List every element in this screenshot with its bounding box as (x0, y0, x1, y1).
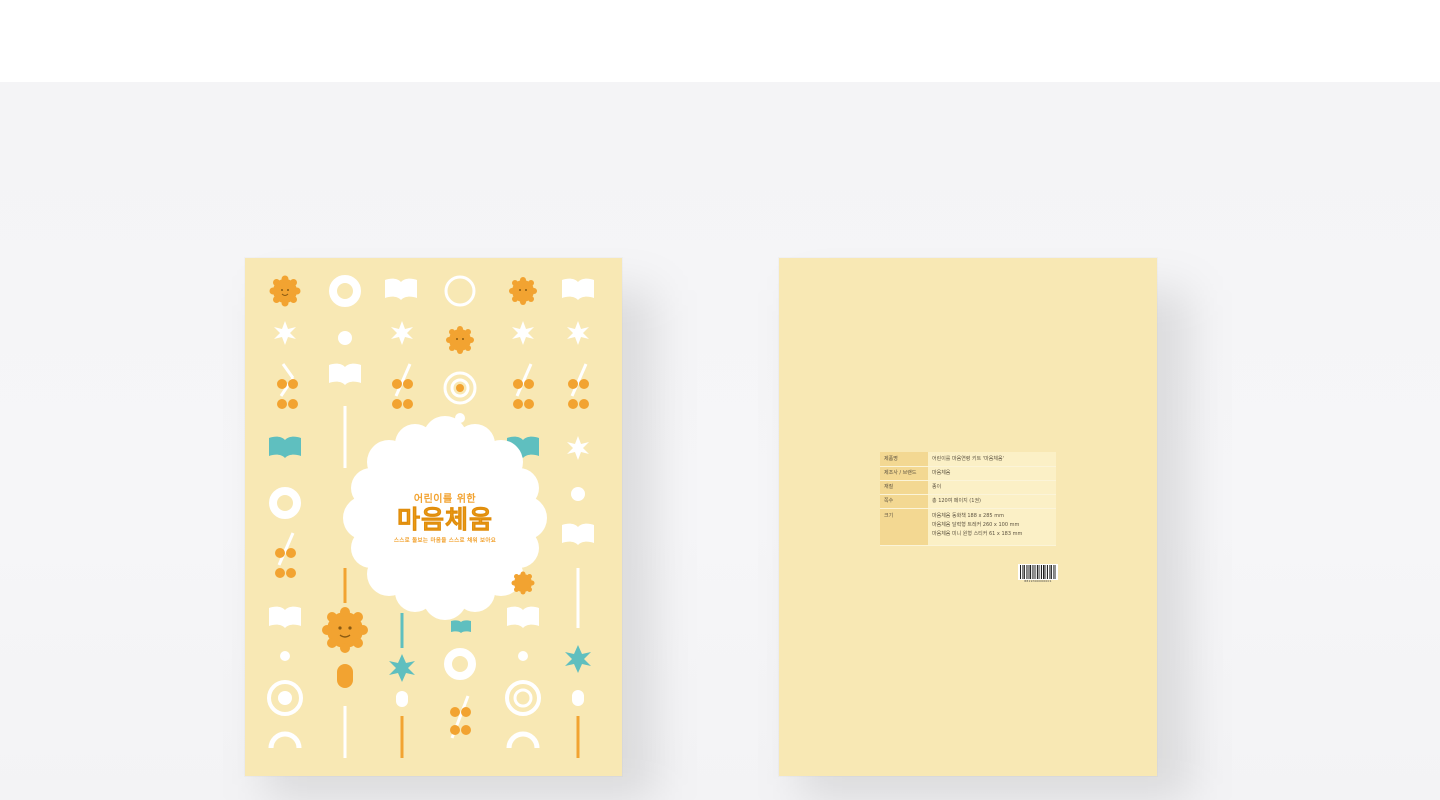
dot-icon (280, 651, 290, 661)
teal-star-icon (565, 645, 591, 673)
arch-icon (268, 731, 302, 749)
capsule-icon (572, 690, 584, 706)
percent-flower-icon (277, 363, 298, 409)
table-row: 재질 종이 (880, 480, 1056, 495)
ring-icon (444, 648, 476, 680)
spec-value: 마음체움 (928, 466, 1056, 481)
percent-flower-icon (568, 363, 589, 409)
percent-flower-icon (450, 695, 471, 739)
percent-flower-icon (392, 363, 413, 409)
percent-flower-icon (275, 532, 296, 578)
spec-value: 총 120여 페이지 (1권) (928, 494, 1056, 509)
table-row: 제품명 어린이를 마음연령 키트 '마음체움' (880, 452, 1056, 467)
target-icon (505, 680, 541, 716)
spec-key: 제품명 (880, 452, 928, 467)
capsule-icon (396, 691, 408, 707)
percent-flower-icon (513, 363, 534, 409)
sun-face-icon (511, 571, 535, 595)
sun-face-icon (509, 277, 537, 305)
spec-key: 크기 (880, 508, 928, 546)
dot-icon (518, 651, 528, 661)
book-icon (385, 278, 417, 300)
star-icon (567, 321, 589, 345)
target-icon (267, 680, 303, 716)
big-sun-face-icon (322, 607, 368, 653)
dot-icon (571, 487, 585, 501)
target-icon (443, 371, 477, 405)
ring-icon (269, 487, 301, 519)
spec-value: 종이 (928, 480, 1056, 495)
book-icon (562, 278, 594, 300)
spec-value-size: 마음체움 동화책 188 x 285 mm 마음체움 달력형 트레커 260 x… (928, 508, 1056, 546)
spec-table: 제품명 어린이를 마음연령 키트 '마음체움' 제조사 / 브랜드 마음체움 재… (880, 452, 1056, 546)
star-icon (567, 436, 589, 460)
table-row: 쪽수 총 120여 페이지 (1권) (880, 494, 1056, 509)
table-row: 크기 마음체움 동화책 188 x 285 mm 마음체움 달력형 트레커 26… (880, 508, 1056, 546)
teal-star-icon (389, 654, 415, 682)
arch-icon (506, 731, 540, 749)
cover-title: 마음체움 (396, 505, 493, 535)
star-icon (391, 321, 413, 345)
sun-face-icon (446, 326, 474, 354)
front-cover: 어린이를 위한 마음체움 스스로 돌보는 마음을 스스로 채워 보아요 (245, 258, 622, 776)
spec-value: 어린이를 마음연령 키트 '마음체움' (928, 452, 1056, 467)
table-row: 제조사 / 브랜드 마음체움 (880, 466, 1056, 481)
size-line: 마음체움 미니 원형 스티커 61 x 183 mm (932, 531, 1023, 537)
book-icon (562, 523, 594, 545)
size-line: 마음체움 달력형 트레커 260 x 100 mm (932, 522, 1020, 528)
sun-face-icon (269, 275, 301, 307)
dot-icon (338, 331, 352, 345)
size-line: 마음체움 동화책 188 x 285 mm (932, 513, 1004, 519)
star-icon (274, 321, 296, 345)
teal-book-icon (451, 620, 471, 633)
star-icon (512, 321, 534, 345)
spec-key: 제조사 / 브랜드 (880, 466, 928, 481)
book-icon (329, 363, 361, 385)
spec-key: 쪽수 (880, 494, 928, 509)
spec-key: 재질 (880, 480, 928, 495)
teal-book-icon (269, 436, 301, 458)
capsule-icon (337, 664, 353, 688)
ring-icon (329, 275, 361, 307)
product-stage (0, 82, 1440, 800)
book-icon (269, 606, 301, 628)
book-icon (507, 606, 539, 628)
barcode-number: 8819300000001 (1024, 579, 1052, 583)
cover-tagline: 스스로 돌보는 마음을 스스로 채워 보아요 (393, 538, 497, 544)
circle-outline-icon (444, 275, 476, 307)
